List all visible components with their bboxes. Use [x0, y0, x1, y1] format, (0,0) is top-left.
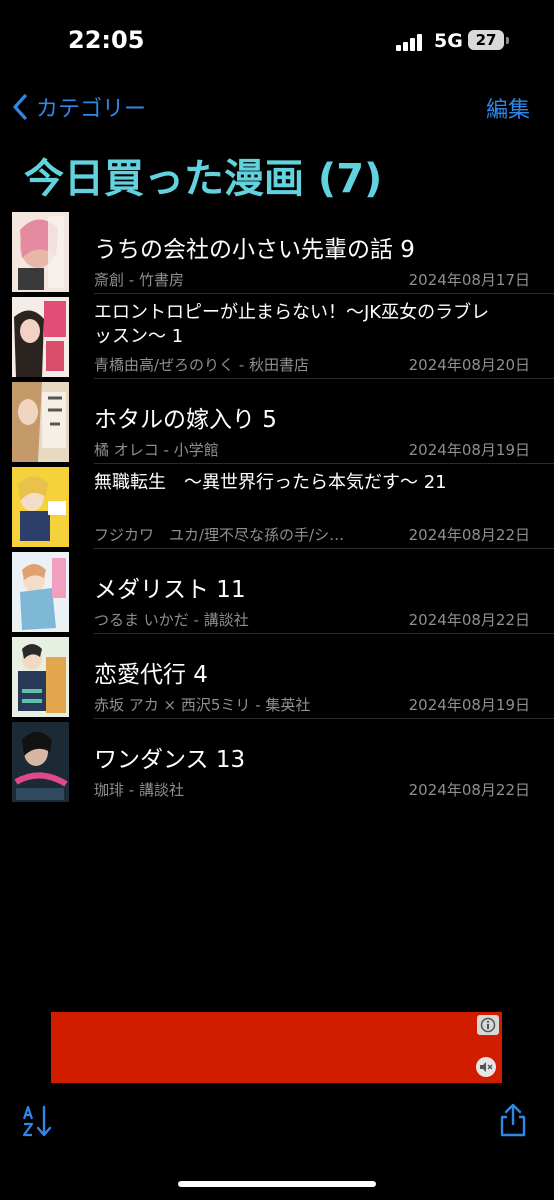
book-cover: [12, 637, 69, 717]
network-label: 5G: [434, 30, 463, 52]
book-cover: [12, 297, 69, 377]
book-title: ワンダンス 13: [94, 747, 246, 773]
book-cover: [12, 212, 69, 292]
book-date: 2024年08月20日: [408, 356, 530, 374]
row-divider: [94, 718, 554, 719]
book-title: ホタルの嫁入り 5: [94, 407, 277, 433]
book-title: 無職転生 〜異世界行ったら本気だす〜 21: [94, 472, 447, 493]
book-author: フジカワ ユカ/理不尽な孫の手/シ…: [94, 526, 345, 544]
page-title: 今日買った漫画 (7): [24, 156, 383, 202]
book-date: 2024年08月19日: [408, 441, 530, 459]
book-row[interactable]: 無職転生 〜異世界行ったら本気だす〜 21 フジカワ ユカ/理不尽な孫の手/シ……: [0, 465, 554, 549]
book-row[interactable]: エロントロピーが止まらない！〜JK巫女のラブレッスン〜 1 青橋由高/ぜろのりく…: [0, 295, 554, 379]
book-author: つるま いかだ - 講談社: [94, 611, 249, 629]
book-date: 2024年08月22日: [408, 526, 530, 544]
book-date: 2024年08月22日: [408, 781, 530, 799]
edit-button[interactable]: 編集: [486, 92, 530, 124]
battery-tip: [506, 37, 509, 44]
back-button[interactable]: カテゴリー: [12, 90, 146, 124]
book-title: うちの会社の小さい先輩の話 9: [94, 237, 415, 263]
book-row[interactable]: うちの会社の小さい先輩の話 9 斎創 - 竹書房 2024年08月17日: [0, 210, 554, 294]
home-indicator[interactable]: [178, 1181, 376, 1187]
book-cover: [12, 552, 69, 632]
row-divider: [94, 463, 554, 464]
book-cover: [12, 467, 69, 547]
book-author: 珈琲 - 講談社: [94, 781, 184, 799]
book-row[interactable]: メダリスト 11 つるま いかだ - 講談社 2024年08月22日: [0, 550, 554, 634]
book-date: 2024年08月22日: [408, 611, 530, 629]
book-row[interactable]: ワンダンス 13 珈琲 - 講談社 2024年08月22日: [0, 720, 554, 804]
sort-az-icon: [22, 1105, 52, 1137]
share-icon: [500, 1103, 526, 1137]
book-title: 恋愛代行 4: [94, 662, 208, 688]
sort-button[interactable]: [22, 1104, 54, 1138]
chevron-left-icon: [13, 94, 27, 120]
row-divider: [94, 548, 554, 549]
book-date: 2024年08月17日: [408, 271, 530, 289]
book-row[interactable]: ホタルの嫁入り 5 橘 オレコ - 小学館 2024年08月19日: [0, 380, 554, 464]
row-divider: [94, 633, 554, 634]
info-icon[interactable]: [477, 1015, 499, 1035]
back-label: カテゴリー: [36, 97, 147, 122]
row-divider: [94, 293, 554, 294]
book-title: エロントロピーが止まらない！〜JK巫女のラブレッスン〜 1: [94, 302, 490, 347]
status-time: 22:05: [68, 26, 145, 54]
book-author: 赤坂 アカ × 西沢5ミリ - 集英社: [94, 696, 311, 714]
book-row[interactable]: 恋愛代行 4 赤坂 アカ × 西沢5ミリ - 集英社 2024年08月19日: [0, 635, 554, 719]
signal-icon: [396, 33, 426, 51]
book-title: メダリスト 11: [94, 577, 246, 603]
ad-banner[interactable]: [51, 1012, 502, 1083]
book-author: 青橋由高/ぜろのりく - 秋田書店: [94, 356, 310, 374]
book-cover: [12, 722, 69, 802]
share-button[interactable]: [498, 1102, 528, 1138]
book-date: 2024年08月19日: [408, 696, 530, 714]
status-bar: 22:05 5G 27: [0, 0, 554, 80]
book-author: 橘 オレコ - 小学館: [94, 441, 219, 459]
book-author: 斎創 - 竹書房: [94, 271, 184, 289]
book-cover: [12, 382, 69, 462]
row-divider: [94, 378, 554, 379]
battery-icon: 27: [468, 30, 504, 50]
mute-icon[interactable]: [476, 1057, 496, 1077]
